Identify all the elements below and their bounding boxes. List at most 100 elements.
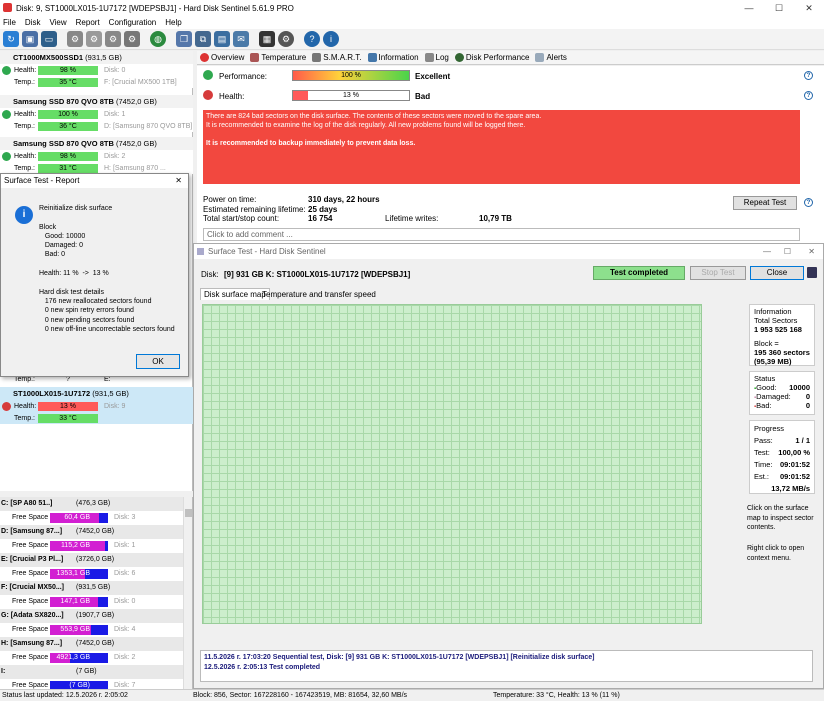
disk-entry[interactable]: Samsung SSD 870 QVO 8TB (7452,0 GB) Heal… [0, 95, 193, 132]
surface-window-title: Surface Test - Hard Disk Sentinel [208, 247, 326, 256]
partition-disk: Disk: 3 [114, 514, 136, 521]
error-icon [203, 90, 213, 100]
tab-smart[interactable]: S.M.A.R.T. [312, 53, 362, 62]
partition-size: (3726,0 GB) [76, 556, 115, 563]
writes-value: 10,79 TB [479, 214, 512, 223]
total-sectors-label: Total Sectors [754, 316, 798, 325]
disk-entry[interactable]: Samsung SSD 870 QVO 8TB (7452,0 GB) Heal… [0, 137, 193, 174]
partition-disk: Disk: 4 [114, 626, 136, 633]
test-label: Test: [754, 448, 770, 457]
copy-icon[interactable]: ❐ [176, 31, 192, 47]
tab-label: S.M.A.R.T. [323, 53, 362, 62]
help-icon[interactable]: ? [804, 71, 813, 80]
free-space-value: 147,1 GB [60, 598, 90, 605]
partition-size: (476,3 GB) [76, 500, 111, 507]
menu-report[interactable]: Report [76, 16, 100, 29]
ok-icon [2, 65, 11, 75]
health-bar: 13 % [38, 401, 98, 411]
comment-input[interactable]: Click to add comment ... [203, 228, 800, 241]
free-space-label: Free Space [12, 598, 49, 605]
partition-name: H: [Samsung 87...] [1, 640, 63, 647]
tab-overview[interactable]: Overview [200, 53, 244, 62]
surface-maximize-button[interactable]: ☐ [784, 244, 791, 259]
partition-entry[interactable]: F: [Crucial MX50...] (931,5 GB) Free Space… [0, 581, 184, 609]
chip-icon[interactable]: ▦ [259, 31, 275, 47]
info-title: Information [754, 307, 792, 316]
minimize-button[interactable]: — [734, 0, 764, 16]
tab-log[interactable]: Log [424, 53, 449, 62]
disk-size: (7452,0 GB) [115, 139, 157, 148]
information-icon [367, 53, 377, 62]
alert-message: There are 824 bad sectors on the disk su… [203, 110, 800, 184]
surface-minimize-button[interactable]: — [763, 244, 771, 259]
alert-line: There are 824 bad sectors on the disk su… [206, 113, 542, 120]
help-icon[interactable]: ? [804, 91, 813, 100]
partition-entry[interactable]: G: [Adata SX820...] (1907,7 GB) Free Space… [0, 609, 184, 637]
ok-button[interactable]: OK [136, 354, 180, 369]
surface-close-button[interactable]: ✕ [808, 244, 815, 259]
alert-line: It is recommended to examine the log of … [206, 122, 526, 129]
stop-test-button[interactable]: Stop Test [690, 266, 746, 280]
tab-information[interactable]: Information [367, 53, 419, 62]
tab-disk-performance[interactable]: Disk Performance [454, 53, 529, 62]
ok-icon [203, 70, 213, 80]
settings-icon[interactable]: ⚙ [278, 31, 294, 47]
pass-value: 1 / 1 [795, 436, 810, 445]
disk-test2-icon[interactable]: ⚙ [86, 31, 102, 47]
tab-alerts[interactable]: Alerts [535, 53, 567, 62]
partition-entry[interactable]: D: [Samsung 87...] (7452,0 GB) Free Space 1… [0, 525, 184, 553]
health-label: Health: [219, 92, 245, 101]
surface-map-grid[interactable] [202, 304, 702, 624]
help-icon[interactable]: ? [304, 31, 320, 47]
partition-entry[interactable]: E: [Crucial P3 Pl...] (3726,0 GB) Free Spa… [0, 553, 184, 581]
refresh-icon[interactable]: ↻ [3, 31, 19, 47]
dialog-close-button[interactable]: ✕ [175, 174, 182, 188]
information-box: Information Total Sectors 1 953 525 168 … [749, 304, 815, 366]
disk-test-icon[interactable]: ⚙ [67, 31, 83, 47]
disk-entry[interactable]: CT1000MX500SSD1 (931,5 GB) Health: 98 % Di… [0, 51, 193, 88]
alert-warning: It is recommended to backup immediately … [206, 140, 416, 147]
disk-test3-icon[interactable]: ⚙ [105, 31, 121, 47]
partition-entry[interactable]: H: [Samsung 87...] (7452,0 GB) Free Space 4… [0, 637, 184, 665]
repeat-test-button[interactable]: Repeat Test [733, 196, 797, 210]
close-test-button[interactable]: Close [750, 266, 804, 280]
partition-entry[interactable]: C: [SP A80 51..] (476,3 GB) Free Space 60,4… [0, 497, 184, 525]
temp-label: Temp.: [14, 414, 36, 422]
disk-test4-icon[interactable]: ⚙ [124, 31, 140, 47]
disk-name: CT1000MX500SSD1 [13, 53, 84, 62]
partition-disk: Disk: 1 [114, 542, 136, 549]
temp-bar: 31 °C [38, 163, 98, 173]
block-label: Block = [754, 339, 779, 348]
context-hint: Right click to open context menu. [747, 545, 805, 562]
performance-icon [454, 53, 464, 62]
free-space-label: Free Space [12, 542, 49, 549]
help-icon[interactable]: ? [804, 198, 813, 207]
scrollbar-thumb[interactable] [185, 509, 192, 517]
menu-configuration[interactable]: Configuration [109, 16, 157, 29]
disk-size: (7452,0 GB) [115, 97, 157, 106]
maximize-button[interactable]: ☐ [764, 0, 794, 16]
menu-bar: File Disk View Report Configuration Help [0, 16, 824, 29]
health-bar: 98 % [38, 151, 98, 161]
tab-temperature[interactable]: Temperature [250, 53, 306, 62]
log-line: 12.5.2026 г. 2:05:13 Test completed [204, 664, 321, 671]
tab-bar: Overview Temperature S.M.A.R.T. Informat… [197, 51, 824, 65]
menu-help[interactable]: Help [165, 16, 181, 29]
info-icon[interactable]: i [323, 31, 339, 47]
menu-view[interactable]: View [49, 16, 66, 29]
close-button[interactable]: ✕ [794, 0, 824, 16]
free-space-value: 1353,1 GB [56, 570, 90, 577]
menu-disk[interactable]: Disk [25, 16, 41, 29]
save-icon[interactable] [807, 267, 817, 278]
disk-number: Disk: 1 [104, 110, 126, 118]
disk-icon[interactable]: ▣ [22, 31, 38, 47]
disk-entry-selected[interactable]: ST1000LX015-1U7172 (931,5 GB) Health: 13 … [0, 387, 193, 424]
send-icon[interactable]: ✉ [233, 31, 249, 47]
clone-icon[interactable]: ⧉ [195, 31, 211, 47]
monitor-icon[interactable]: ▭ [41, 31, 57, 47]
globe-icon[interactable]: ◍ [150, 31, 166, 47]
partition-scrollbar[interactable] [183, 497, 192, 689]
menu-file[interactable]: File [3, 16, 16, 29]
report-icon[interactable]: ▤ [214, 31, 230, 47]
tab-temperature-speed[interactable]: Temperature and transfer speed [259, 289, 379, 300]
